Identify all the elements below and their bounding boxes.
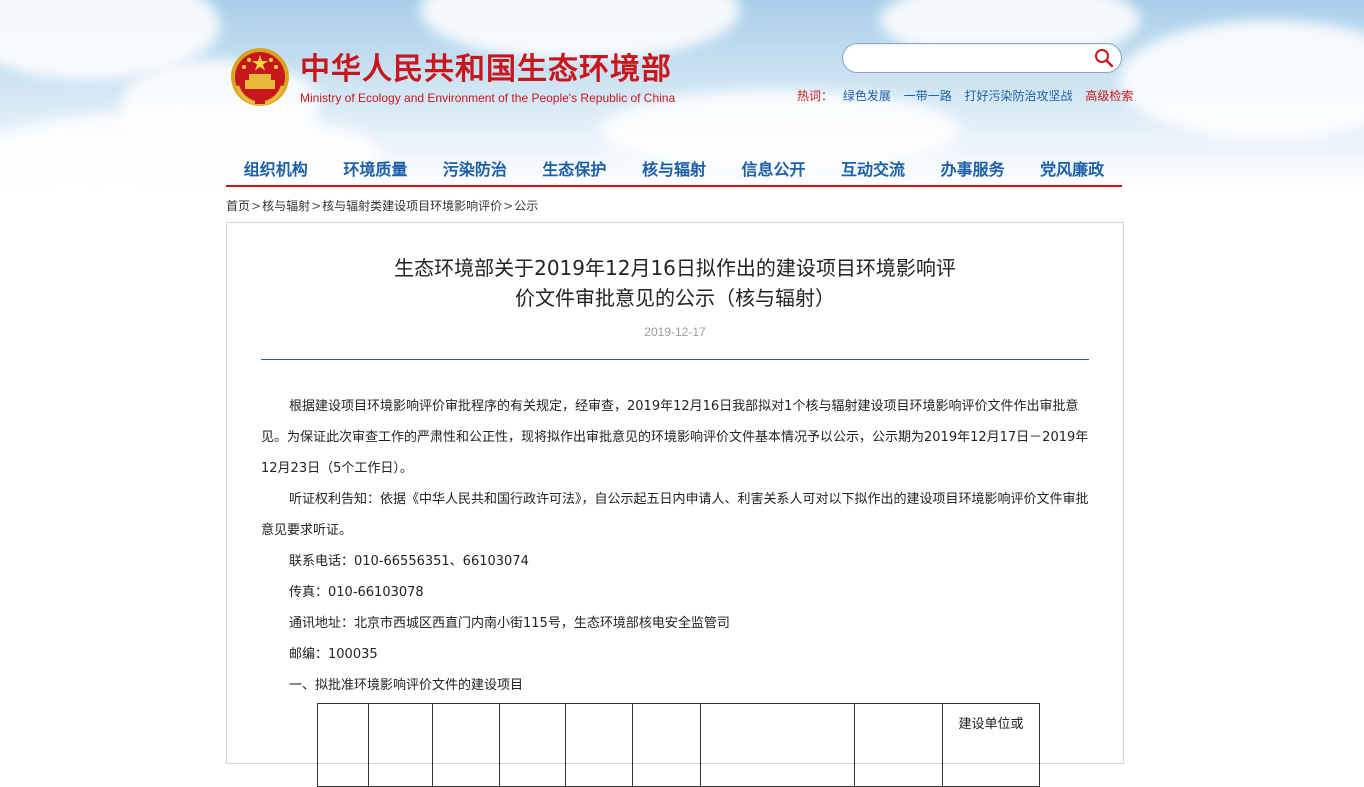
breadcrumb-notice[interactable]: 公示 — [514, 199, 538, 213]
title-divider — [261, 359, 1089, 360]
breadcrumb: 首页>核与辐射>核与辐射类建设项目环境影响评价>公示 — [226, 197, 538, 214]
article-title: 生态环境部关于2019年12月16日拟作出的建设项目环境影响评 价文件审批意见的… — [227, 253, 1123, 313]
table-cell — [632, 703, 701, 787]
contact-phone: 联系电话：010-66556351、66103074 — [289, 554, 529, 569]
site-subtitle: Ministry of Ecology and Environment of t… — [300, 91, 676, 105]
article-title-line1: 生态环境部关于2019年12月16日拟作出的建设项目环境影响评 — [394, 256, 956, 280]
nav-item-interaction[interactable]: 互动交流 — [841, 155, 905, 185]
contact-address: 通讯地址：北京市西城区西直门内南小街115号，生态环境部核电安全监管司 — [289, 616, 730, 631]
article-date: 2019-12-17 — [644, 325, 706, 339]
paragraph-hearing-notice: 听证权利告知：依据《中华人民共和国行政许可法》，自公示起五日内申请人、利害关系人… — [261, 492, 1089, 538]
section-heading: 一、拟批准环境影响评价文件的建设项目 — [289, 678, 524, 693]
hot-words-label: 热词： — [797, 89, 834, 103]
nav-item-services[interactable]: 办事服务 — [941, 155, 1005, 185]
article-body: 根据建设项目环境影响评价审批程序的有关规定，经审查，2019年12月16日我部拟… — [261, 391, 1089, 701]
nav-item-pollution-control[interactable]: 污染防治 — [443, 155, 507, 185]
search-input[interactable] — [855, 48, 1089, 70]
article-title-line2: 价文件审批意见的公示（核与辐射） — [515, 286, 835, 310]
breadcrumb-eia[interactable]: 核与辐射类建设项目环境影响评价 — [322, 199, 502, 213]
paragraph-intro: 根据建设项目环境影响评价审批程序的有关规定，经审查，2019年12月16日我部拟… — [261, 399, 1089, 476]
search-box — [842, 43, 1122, 73]
main-nav: 组织机构 环境质量 污染防治 生态保护 核与辐射 信息公开 互动交流 办事服务 … — [226, 155, 1122, 187]
table-cell — [432, 703, 500, 787]
table-cell — [700, 703, 855, 787]
breadcrumb-separator: > — [251, 199, 262, 213]
national-emblem-logo[interactable] — [229, 46, 291, 108]
hot-word-link[interactable]: 绿色发展 — [843, 89, 891, 103]
advanced-search-link[interactable]: 高级检索 — [1085, 89, 1133, 103]
breadcrumb-home[interactable]: 首页 — [226, 199, 250, 213]
article-container: 生态环境部关于2019年12月16日拟作出的建设项目环境影响评 价文件审批意见的… — [226, 222, 1124, 787]
search-icon[interactable] — [1093, 47, 1115, 69]
contact-fax: 传真：010-66103078 — [289, 585, 424, 600]
nav-item-environment-quality[interactable]: 环境质量 — [343, 155, 407, 185]
hot-words-row: 热词： 绿色发展 一带一路 打好污染防治攻坚战 高级检索 — [797, 87, 1133, 104]
table-header-builder: 建设单位或 — [942, 703, 1040, 787]
table-cell — [317, 703, 369, 787]
table-row: 建设单位或 — [317, 703, 1040, 787]
nav-item-information-disclosure[interactable]: 信息公开 — [742, 155, 806, 185]
breadcrumb-separator: > — [311, 199, 322, 213]
contact-postcode: 邮编：100035 — [289, 647, 378, 662]
site-title[interactable]: 中华人民共和国生态环境部 — [300, 52, 672, 88]
table-cell — [565, 703, 633, 787]
breadcrumb-nuclear-radiation[interactable]: 核与辐射 — [262, 199, 310, 213]
nav-item-party-integrity[interactable]: 党风廉政 — [1040, 155, 1104, 185]
breadcrumb-separator: > — [503, 199, 514, 213]
nav-item-nuclear-radiation[interactable]: 核与辐射 — [642, 155, 706, 185]
hot-word-link[interactable]: 打好污染防治攻坚战 — [965, 89, 1073, 103]
projects-table: 建设单位或 — [317, 703, 1040, 787]
nav-item-organization[interactable]: 组织机构 — [244, 155, 308, 185]
table-cell — [499, 703, 566, 787]
table-cell — [368, 703, 433, 787]
hot-word-link[interactable]: 一带一路 — [904, 89, 952, 103]
table-cell — [854, 703, 943, 787]
nav-item-ecological-protection[interactable]: 生态保护 — [542, 155, 606, 185]
